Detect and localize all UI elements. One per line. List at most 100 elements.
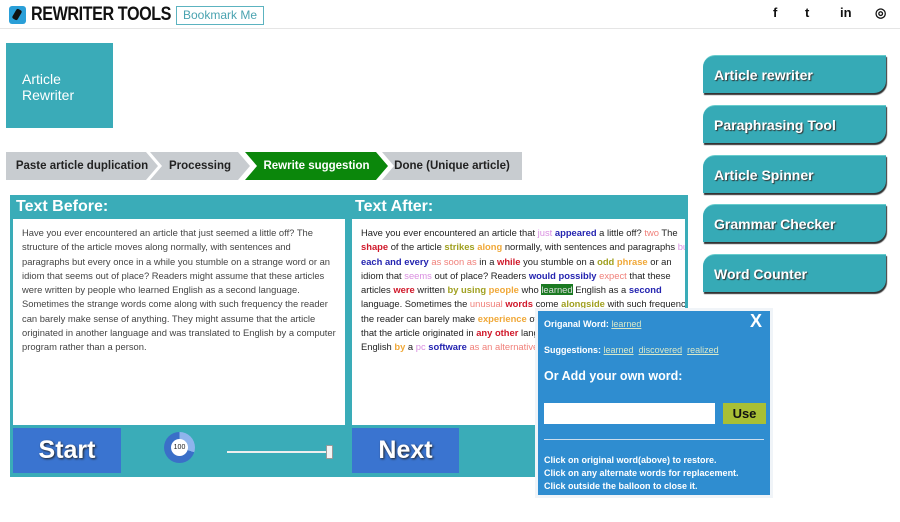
progress-dial: 100 (164, 432, 195, 463)
page-title-line2: Rewriter (22, 87, 75, 103)
rewritten-word[interactable]: second (629, 284, 662, 295)
original-word-row: Origanal Word: learned (544, 319, 646, 329)
text-segment: in a (476, 255, 498, 267)
text-segment: normally, with sentences and paragraphs (502, 241, 678, 253)
help-line: Click outside the balloon to close it. (544, 481, 698, 491)
rewritten-word[interactable]: while (497, 256, 520, 267)
rewritten-word[interactable]: by (394, 341, 405, 352)
text-after-line: each and every as soon as in a while you… (361, 255, 676, 269)
rewritten-word[interactable]: learned (541, 284, 573, 296)
rewritten-word[interactable]: experience (478, 313, 527, 324)
suggestions-label: Suggestions: (544, 345, 602, 355)
text-segment: language. Sometimes the (361, 298, 470, 310)
text-before-title: Text Before: (16, 198, 109, 215)
rewritten-word[interactable]: seems (404, 270, 432, 281)
text-segment: out of place? Readers (431, 269, 529, 281)
suggestions-row: Suggestions: learned discovered realized (544, 345, 724, 355)
suggestion-link[interactable]: realized (687, 345, 719, 355)
suggestion-link[interactable]: discovered (639, 345, 683, 355)
instagram-icon[interactable]: ◎ (875, 5, 886, 21)
text-after-line: articles were written by using people wh… (361, 283, 676, 297)
logo-pen-icon (9, 6, 26, 24)
rewritten-word[interactable]: pc (416, 341, 426, 352)
rewritten-word[interactable]: expect (599, 270, 627, 281)
rewritten-word[interactable]: as soon as (431, 256, 476, 267)
text-segment: English (361, 341, 395, 353)
text-segment: the reader can barely make (361, 312, 478, 324)
text-segment: Have you ever encountered an article tha… (361, 227, 538, 238)
text-segment: of the article (388, 241, 445, 253)
logo[interactable]: REWRITER TOOLS (31, 4, 171, 26)
bookmark-button[interactable]: Bookmark Me (176, 6, 264, 25)
text-segment: articles (361, 284, 394, 296)
sidebar-item-paraphrasing-tool[interactable]: Paraphrasing Tool (703, 105, 886, 143)
text-segment: The (658, 227, 678, 238)
rewritten-word[interactable]: by using (448, 284, 487, 295)
page-title-box: Article Rewriter (6, 43, 113, 128)
text-after-title: Text After: (355, 198, 434, 215)
divider (544, 439, 764, 440)
linkedin-icon[interactable]: in (840, 5, 852, 20)
twitter-icon[interactable]: t (805, 5, 809, 20)
rewritten-word[interactable]: but (678, 241, 685, 252)
step-done: Done (Unique article) (382, 152, 522, 180)
rewritten-word[interactable]: each and every (361, 256, 429, 267)
sidebar-item-word-counter[interactable]: Word Counter (703, 254, 886, 292)
strength-slider[interactable] (227, 451, 329, 453)
progress-value: 100 (171, 439, 188, 456)
sidebar-item-article-spinner[interactable]: Article Spinner (703, 155, 886, 193)
text-after-line: shape of the article strikes along norma… (361, 240, 685, 254)
rewritten-word[interactable]: as an alternative (469, 341, 538, 352)
text-segment: that the article originated in (361, 327, 477, 339)
rewritten-word[interactable]: unusual (470, 298, 503, 309)
step-processing: Processing (150, 152, 250, 180)
facebook-icon[interactable]: f (773, 5, 777, 20)
rewritten-word[interactable]: were (393, 284, 414, 295)
text-segment: idiom that (361, 269, 405, 281)
text-segment: a little off? (596, 227, 645, 238)
help-line: Click on any alternate words for replace… (544, 468, 739, 478)
text-segment: English as a (572, 284, 629, 296)
rewritten-word[interactable]: shape (361, 241, 388, 252)
slider-handle[interactable] (326, 445, 333, 459)
add-word-label: Or Add your own word: (544, 369, 683, 383)
text-segment: a (405, 341, 416, 353)
help-text: Click on original word(above) to restore… (544, 454, 739, 493)
rewritten-word[interactable]: words (505, 298, 533, 309)
text-segment: or an (647, 255, 672, 267)
start-button[interactable]: Start (13, 428, 121, 473)
step-rewrite-suggestion: Rewrite suggestion (245, 152, 388, 180)
help-line: Click on original word(above) to restore… (544, 455, 717, 465)
rewritten-word[interactable]: appeared (555, 227, 597, 238)
word-suggestion-balloon: Origanal Word: learned X Suggestions: le… (535, 308, 773, 498)
text-before-textarea[interactable]: Have you ever encountered an article tha… (13, 219, 345, 425)
sidebar-item-grammar-checker[interactable]: Grammar Checker (703, 204, 886, 242)
rewritten-word[interactable]: along (477, 241, 502, 252)
rewritten-word[interactable]: just (538, 227, 553, 238)
text-segment: who (518, 284, 542, 296)
custom-word-input[interactable] (544, 403, 715, 424)
text-after-line: Have you ever encountered an article tha… (361, 226, 678, 240)
page-title-line1: Article (22, 71, 61, 87)
next-button[interactable]: Next (352, 428, 459, 473)
rewritten-word[interactable]: any other (476, 327, 518, 338)
sidebar-item-article-rewriter[interactable]: Article rewriter (703, 55, 886, 93)
suggestion-link[interactable]: learned (604, 345, 634, 355)
original-word-link[interactable]: learned (611, 319, 641, 329)
text-segment: written (414, 284, 448, 296)
rewritten-word[interactable]: would possibly (529, 270, 597, 281)
text-after-line: idiom that seems out of place? Readers w… (361, 269, 676, 283)
rewritten-word[interactable]: software (428, 341, 467, 352)
step-paste: Paste article duplication (6, 152, 158, 180)
text-segment: you stumble on a (520, 255, 598, 267)
rewritten-word[interactable]: phrase (617, 256, 648, 267)
rewritten-word[interactable]: strikes (444, 241, 474, 252)
rewritten-word[interactable]: two (644, 227, 659, 238)
close-icon[interactable]: X (750, 311, 762, 332)
rewritten-word[interactable]: odd (597, 256, 614, 267)
rewritten-word[interactable]: people (489, 284, 519, 295)
use-button[interactable]: Use (723, 403, 766, 424)
header: REWRITER TOOLS Bookmark Me f t in ◎ (0, 0, 900, 29)
original-word-label: Origanal Word: (544, 319, 609, 329)
text-segment: that these (626, 269, 671, 281)
